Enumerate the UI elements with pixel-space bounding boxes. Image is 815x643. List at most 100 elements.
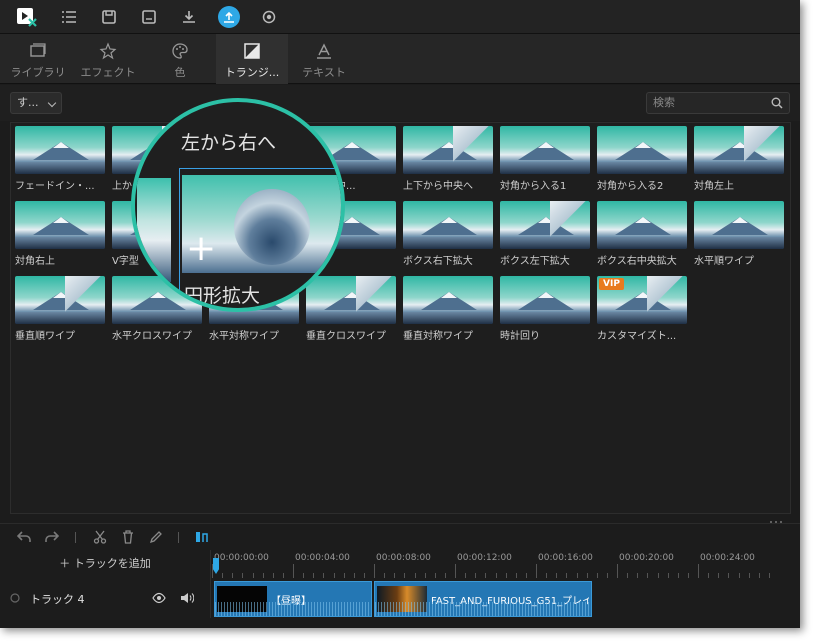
tab-label: テキスト xyxy=(302,66,346,79)
search-box xyxy=(646,92,790,114)
transition-label: 水平クロスワイプ xyxy=(112,331,192,342)
ruler-major-tick xyxy=(455,564,456,578)
media-tabs: ライブラリ エフェクト 色 トランジ... テキスト xyxy=(0,34,800,84)
chevron-down-icon xyxy=(47,98,57,108)
transition-label: 垂直対称ワイプ xyxy=(403,331,473,342)
ruler-time-label: 00:00:00:00 xyxy=(214,553,269,563)
transition-item[interactable]: 対角右上 xyxy=(15,201,107,267)
category-dropdown[interactable]: す... xyxy=(10,92,62,114)
filter-bar: す... xyxy=(0,85,800,121)
transition-thumbnail xyxy=(15,126,105,174)
snap-icon[interactable] xyxy=(194,529,210,545)
add-track-button[interactable]: ＋ トラックを追加 xyxy=(0,550,211,578)
volume-icon[interactable] xyxy=(180,592,194,604)
add-transition-plus-icon[interactable]: + xyxy=(186,231,216,267)
redo-icon[interactable] xyxy=(44,529,60,545)
magnified-label-top: 左から右へ xyxy=(181,132,277,154)
transition-label: フェードイン・... xyxy=(15,181,95,192)
record-icon[interactable] xyxy=(258,6,280,28)
ruler-time-label: 00:00:20:00 xyxy=(619,553,674,563)
transition-label: 対角から入る1 xyxy=(500,181,567,192)
ruler-time-label: 00:00:04:00 xyxy=(295,553,350,563)
transition-item[interactable]: ボクス左下拡大 xyxy=(500,201,592,267)
transition-label: ボクス右中央拡大 xyxy=(597,256,677,267)
transition-label: 対角から入る2 xyxy=(597,181,664,192)
vip-badge: VIP xyxy=(599,278,624,290)
timeline-clip-2[interactable]: FAST_AND_FURIOUS_G51_プレイ xyxy=(374,581,592,617)
ruler-time-label: 00:00:24:00 xyxy=(700,553,755,563)
tab-effects[interactable]: エフェクト xyxy=(72,34,144,84)
search-icon[interactable] xyxy=(771,97,783,109)
transition-label: 対角右上 xyxy=(15,256,55,267)
magnified-label: 円形拡大 xyxy=(184,285,261,307)
transition-item[interactable]: 対角から入る1 xyxy=(500,126,592,192)
download-icon[interactable] xyxy=(178,6,200,28)
timeline-clip-1[interactable]: 【昼曝】 xyxy=(214,581,372,617)
transition-item[interactable]: フェードイン・... xyxy=(15,126,107,192)
list-icon[interactable] xyxy=(58,6,80,28)
delete-icon[interactable] xyxy=(120,529,136,545)
tab-color[interactable]: 色 xyxy=(144,34,216,84)
save-as-icon[interactable] xyxy=(138,6,160,28)
library-icon xyxy=(30,43,46,57)
transition-thumbnail xyxy=(15,276,105,324)
transition-item[interactable]: 垂直対称ワイプ xyxy=(403,276,495,342)
eye-icon[interactable] xyxy=(152,592,166,604)
transition-thumbnail xyxy=(500,126,590,174)
transition-label: 垂直クロスワイプ xyxy=(306,331,386,342)
transition-item[interactable]: 垂直順ワイプ xyxy=(15,276,107,342)
transition-label: 水平対称ワイプ xyxy=(209,331,279,342)
track-header: トラック 4 xyxy=(0,578,211,618)
transition-thumbnail xyxy=(500,276,590,324)
ruler-major-tick xyxy=(536,564,537,578)
tab-text[interactable]: テキスト xyxy=(288,34,360,84)
circle-reveal-preview xyxy=(234,189,310,265)
transition-item[interactable]: 対角左上 xyxy=(694,126,786,192)
ruler-time-label: 00:00:16:00 xyxy=(538,553,593,563)
magnified-thumbnail: + xyxy=(182,175,341,273)
ruler-time-label: 00:00:08:00 xyxy=(376,553,431,563)
transition-item[interactable]: 上下から中央へ xyxy=(403,126,495,192)
transition-thumbnail xyxy=(500,201,590,249)
transition-item[interactable]: ボクス右中央拡大 xyxy=(597,201,689,267)
transition-item[interactable]: 対角から入る2 xyxy=(597,126,689,192)
transition-item[interactable]: VIP カスタマイズト... xyxy=(597,276,689,342)
track-lock-icon[interactable] xyxy=(10,593,20,603)
ruler-major-tick xyxy=(374,564,375,578)
export-icon[interactable] xyxy=(218,6,240,28)
timeline-toolbar xyxy=(0,523,800,549)
app-window: ライブラリ エフェクト 色 トランジ... テキスト す... 検索 フェードイ… xyxy=(0,0,800,628)
selected-transition-zoom[interactable]: + 円形拡大 xyxy=(179,168,341,308)
transition-item[interactable]: ボクス右下拡大 xyxy=(403,201,495,267)
transition-thumbnail xyxy=(15,201,105,249)
transition-label: 垂直順ワイプ xyxy=(15,331,75,342)
app-logo-icon xyxy=(16,6,38,28)
tab-label: トランジ... xyxy=(224,66,280,79)
transition-label: 水平順ワイプ xyxy=(694,256,754,267)
top-toolbar xyxy=(0,0,800,34)
ruler-major-tick xyxy=(617,564,618,578)
transition-thumbnail xyxy=(403,126,493,174)
transition-label: カスタマイズト... xyxy=(597,331,677,342)
tab-label: ライブラリ xyxy=(10,66,66,79)
track-row: トラック 4 【昼曝】 FAST_AND_FURIOUS_G51_プレイ xyxy=(0,578,800,618)
transition-label: 対角左上 xyxy=(694,181,734,192)
timeline-ruler-row: ＋ トラックを追加 00:00:00:00 00:00:04:00 00:00:08… xyxy=(0,550,800,578)
audio-waveform xyxy=(215,602,371,616)
tab-library[interactable]: ライブラリ xyxy=(2,34,74,84)
time-ruler[interactable]: 00:00:00:00 00:00:04:00 00:00:08:00 00:00:1… xyxy=(212,550,800,578)
transition-item[interactable]: 時計回り xyxy=(500,276,592,342)
edit-icon[interactable] xyxy=(148,529,164,545)
tab-transition[interactable]: トランジ... xyxy=(216,34,288,84)
transition-thumbnail: VIP xyxy=(597,276,687,324)
save-icon[interactable] xyxy=(98,6,120,28)
effects-icon xyxy=(99,42,117,60)
transition-thumbnail xyxy=(403,276,493,324)
cut-icon[interactable] xyxy=(92,529,108,545)
transition-thumbnail xyxy=(597,126,687,174)
text-icon xyxy=(317,43,331,59)
search-input[interactable] xyxy=(653,95,763,111)
transition-item[interactable]: 水平順ワイプ xyxy=(694,201,786,267)
transition-icon xyxy=(244,43,260,59)
undo-icon[interactable] xyxy=(16,529,32,545)
